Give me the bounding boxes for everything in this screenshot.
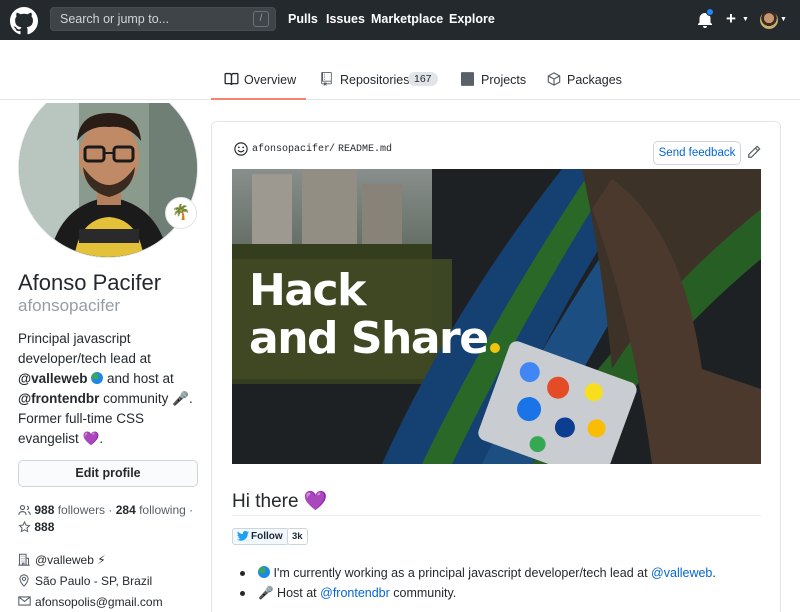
following-count[interactable]: 284 — [116, 503, 136, 517]
star-icon — [18, 520, 31, 533]
readme-greeting: Hi there 💜 — [232, 491, 328, 512]
greeting-divider — [232, 515, 761, 516]
readme-owner-link[interactable]: afonsopacifer — [252, 144, 330, 155]
mail-icon — [18, 596, 31, 606]
yellow-dot-icon — [489, 343, 500, 353]
tab-repositories[interactable]: Repositories 167 — [320, 68, 440, 100]
book-icon — [224, 72, 239, 86]
list-item: 🎤 Host at @frontendbr community. — [240, 583, 716, 603]
profile-stats: 988 followers · 284 following · 888 — [18, 502, 193, 536]
profile-bio: Principal javascript developer/tech lead… — [18, 331, 193, 446]
repo-icon — [321, 72, 332, 86]
nav-explore[interactable]: Explore — [449, 12, 495, 26]
twitter-bird-icon — [237, 531, 249, 541]
nav-marketplace[interactable]: Marketplace — [371, 12, 443, 26]
twitter-follower-count[interactable]: 3k — [287, 528, 308, 545]
chevron-down-icon: ▼ — [742, 16, 749, 23]
tab-projects[interactable]: Projects — [461, 68, 531, 100]
microphone-icon: 🎤 — [258, 586, 274, 600]
location-pin-icon — [19, 574, 29, 587]
mention-valleweb[interactable]: @valleweb — [18, 371, 87, 386]
notification-indicator — [706, 8, 714, 16]
tab-repositories-label: Repositories — [340, 73, 410, 87]
tab-projects-label: Projects — [481, 73, 527, 87]
readme-list: I'm currently working as a principal jav… — [240, 563, 716, 603]
readme-banner-image: Hack and Share — [232, 169, 761, 464]
tab-packages[interactable]: Packages — [547, 68, 622, 100]
chevron-down-icon: ▼ — [780, 16, 787, 23]
readme-file-link[interactable]: README.md — [338, 144, 392, 155]
profile-username: afonsopacifer — [18, 296, 121, 315]
search-shortcut-key: / — [253, 11, 269, 27]
smiley-icon — [234, 142, 248, 156]
pencil-edit-icon[interactable] — [747, 145, 761, 159]
search-placeholder: Search or jump to... — [60, 12, 170, 26]
tab-packages-label: Packages — [567, 73, 622, 87]
package-icon — [547, 72, 561, 86]
repositories-count-badge: 167 — [408, 72, 438, 86]
user-avatar-menu[interactable] — [760, 11, 778, 29]
profile-readme-card: afonsopacifer / README.md Send feedback — [211, 121, 781, 612]
list-item: I'm currently working as a principal jav… — [240, 563, 716, 583]
frontendbr-link[interactable]: @frontendbr — [320, 586, 390, 600]
purple-heart-icon: 💜 — [82, 431, 100, 446]
globe-icon — [258, 566, 270, 578]
stars-count[interactable]: 888 — [34, 520, 54, 534]
microphone-icon: 🎤 — [172, 391, 189, 406]
create-new-icon[interactable]: + — [726, 9, 736, 29]
status-emoji-button[interactable]: 🌴 — [165, 197, 197, 229]
organization-icon — [18, 553, 30, 566]
profile-name: Afonso Pacifer — [18, 270, 162, 295]
followers-count[interactable]: 988 — [34, 503, 54, 517]
edit-profile-button[interactable]: Edit profile — [18, 460, 198, 487]
tab-overview[interactable]: Overview — [211, 68, 306, 100]
github-logo-icon[interactable] — [10, 7, 38, 35]
send-feedback-button[interactable]: Send feedback — [653, 141, 741, 165]
people-icon — [18, 504, 31, 515]
tab-overview-label: Overview — [244, 73, 297, 87]
nav-issues[interactable]: Issues — [326, 12, 365, 26]
globe-icon — [91, 372, 104, 384]
twitter-follow-button[interactable]: Follow — [232, 528, 289, 545]
project-board-icon — [461, 72, 474, 86]
valleweb-link[interactable]: @valleweb — [651, 566, 712, 580]
mention-frontendbr[interactable]: @frontendbr — [18, 391, 99, 406]
banner-title: Hack and Share — [249, 267, 500, 363]
search-input[interactable]: Search or jump to... / — [50, 7, 276, 31]
top-navbar: Search or jump to... / Pulls Issues Mark… — [0, 0, 800, 40]
profile-avatar[interactable] — [18, 103, 198, 258]
nav-pulls[interactable]: Pulls — [288, 12, 318, 26]
